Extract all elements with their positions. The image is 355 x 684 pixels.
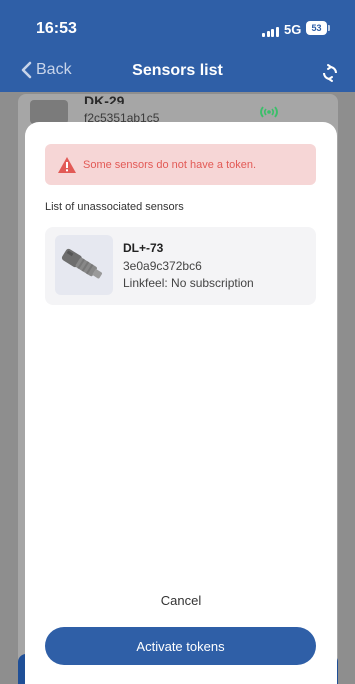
- sensor-device-image: [61, 248, 102, 279]
- cancel-button[interactable]: Cancel: [25, 593, 337, 608]
- sensor-id: 3e0a9c372bc6: [123, 259, 202, 273]
- sensor-thumbnail: [55, 235, 113, 295]
- page-title: Sensors list: [132, 62, 223, 79]
- background-sensor-thumbnail: [30, 100, 68, 124]
- activate-tokens-label: Activate tokens: [136, 638, 225, 654]
- unassociated-sensors-modal: Some sensors do not have a token. List o…: [25, 122, 337, 684]
- section-label: List of unassociated sensors: [45, 201, 184, 213]
- sensor-subscription: Linkfeel: No subscription: [123, 276, 254, 290]
- alert-text: Some sensors do not have a token.: [83, 158, 257, 171]
- activate-tokens-button[interactable]: Activate tokens: [45, 627, 316, 665]
- sensor-name: DL+-73: [123, 241, 164, 255]
- nav-bar: Back Sensors list: [0, 52, 355, 92]
- battery-level: 53: [311, 23, 322, 33]
- status-bar: 16:53 5G 53: [0, 0, 355, 52]
- battery-icon: 53: [306, 21, 330, 35]
- status-time: 16:53: [36, 20, 77, 37]
- background-sensor-name: DK-29: [84, 94, 125, 104]
- network-type: 5G: [284, 22, 302, 37]
- token-warning-alert: Some sensors do not have a token.: [45, 144, 316, 185]
- refresh-icon[interactable]: [319, 62, 341, 84]
- cellular-signal-icon: [262, 27, 279, 37]
- sensor-list-item[interactable]: DL+-73 3e0a9c372bc6 Linkfeel: No subscri…: [45, 227, 316, 305]
- broadcast-signal-icon: [260, 106, 278, 118]
- warning-icon: [58, 156, 76, 173]
